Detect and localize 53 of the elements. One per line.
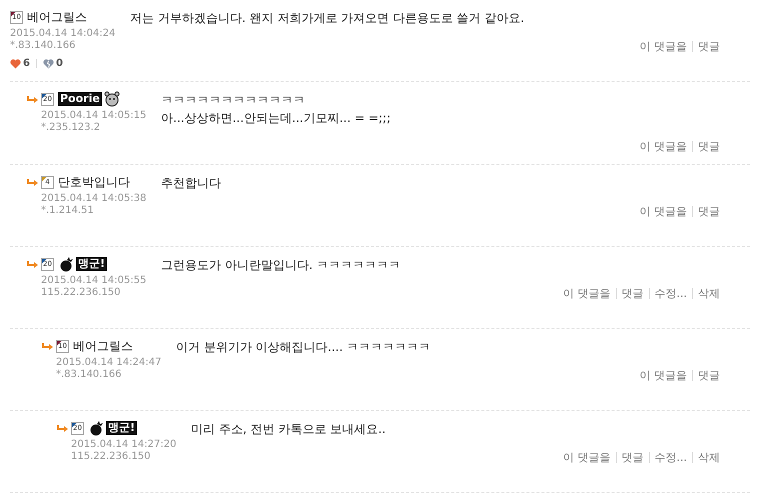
- nickname[interactable]: 단호박입니다: [58, 174, 130, 190]
- comment-date: 2015.04.14 14:05:15: [41, 110, 148, 122]
- comment-text: 아...상상하면...안되는데...기모찌... = =;;;: [161, 110, 392, 127]
- ip-address: *.83.140.166: [10, 40, 76, 52]
- comment-action-link[interactable]: 이 댓글을: [634, 370, 692, 381]
- comment-text: 저는 거부하겠습니다. 왠지 저희가게로 가져오면 다른용도로 쓸거 같아요.: [130, 10, 526, 27]
- comment-text: 그런용도가 아니란말입니다. ㅋㅋㅋㅋㅋㅋㅋ: [161, 257, 402, 274]
- comment-text: 미리 주소, 전번 카톡으로 보내세요..: [191, 421, 387, 438]
- nickname[interactable]: Poorie: [58, 92, 102, 106]
- like-count: 6: [23, 58, 30, 69]
- ip-address: *.83.140.166: [56, 369, 122, 381]
- comment-action-link[interactable]: 댓글: [616, 452, 648, 463]
- bear-face-icon: [104, 91, 120, 107]
- comment-date: 2015.04.14 14:27:20: [71, 439, 178, 451]
- comment-action-link[interactable]: 댓글: [692, 206, 720, 217]
- comment-text: 추천합니다: [161, 175, 222, 192]
- reply-arrow-icon: [42, 343, 53, 351]
- comment-action-link[interactable]: 삭제: [692, 288, 720, 299]
- comment-action-link[interactable]: 이 댓글을: [558, 288, 616, 299]
- comment-action-link[interactable]: 삭제: [692, 452, 720, 463]
- comment-date: 2015.04.14 14:05:38: [41, 193, 148, 205]
- comment-action-link[interactable]: 수정...: [648, 288, 692, 299]
- reply-arrow-icon: [57, 425, 68, 433]
- comment-action-link[interactable]: 댓글: [616, 288, 648, 299]
- heart-icon[interactable]: [10, 58, 21, 68]
- comment-date: 2015.04.14 14:24:47: [56, 357, 162, 369]
- nickname[interactable]: 베어그릴스: [27, 8, 87, 26]
- bomb-icon: [88, 420, 104, 436]
- ip-address: *.235.123.2: [41, 122, 102, 134]
- bomb-icon: [58, 256, 74, 272]
- dislike-count: 0: [56, 58, 63, 69]
- comment-date: 2015.04.14 14:05:55: [41, 275, 148, 287]
- comment-action-link[interactable]: 이 댓글을: [634, 141, 692, 152]
- reply-arrow-icon: [27, 179, 38, 187]
- ip-address: *.1.214.51: [41, 205, 95, 217]
- ip-address: 115.22.236.150: [71, 451, 152, 463]
- reply-arrow-icon: [27, 96, 38, 104]
- comment-text: 이거 분위기가 이상해집니다.... ㅋㅋㅋㅋㅋㅋㅋ: [176, 339, 432, 356]
- comment-action-link[interactable]: 이 댓글을: [558, 452, 616, 463]
- broken-heart-icon[interactable]: [42, 58, 54, 68]
- nickname[interactable]: 맹군!: [106, 421, 138, 435]
- comment-date: 2015.04.14 14:04:24: [10, 28, 116, 40]
- comment-action-link[interactable]: 이 댓글을: [634, 41, 692, 52]
- comment-action-link[interactable]: 댓글: [692, 370, 720, 381]
- nickname[interactable]: 맹군!: [76, 257, 108, 271]
- reply-arrow-icon: [27, 261, 38, 269]
- comment-text: ㅋㅋㅋㅋㅋㅋㅋㅋㅋㅋㅋㅋ: [161, 92, 306, 109]
- comment-action-link[interactable]: 댓글: [692, 41, 720, 52]
- ip-address: 115.22.236.150: [41, 287, 122, 299]
- nickname[interactable]: 베어그릴스: [73, 338, 133, 354]
- comment-action-link[interactable]: 수정...: [648, 452, 692, 463]
- comment-action-link[interactable]: 댓글: [692, 141, 720, 152]
- comment-action-link[interactable]: 이 댓글을: [634, 206, 692, 217]
